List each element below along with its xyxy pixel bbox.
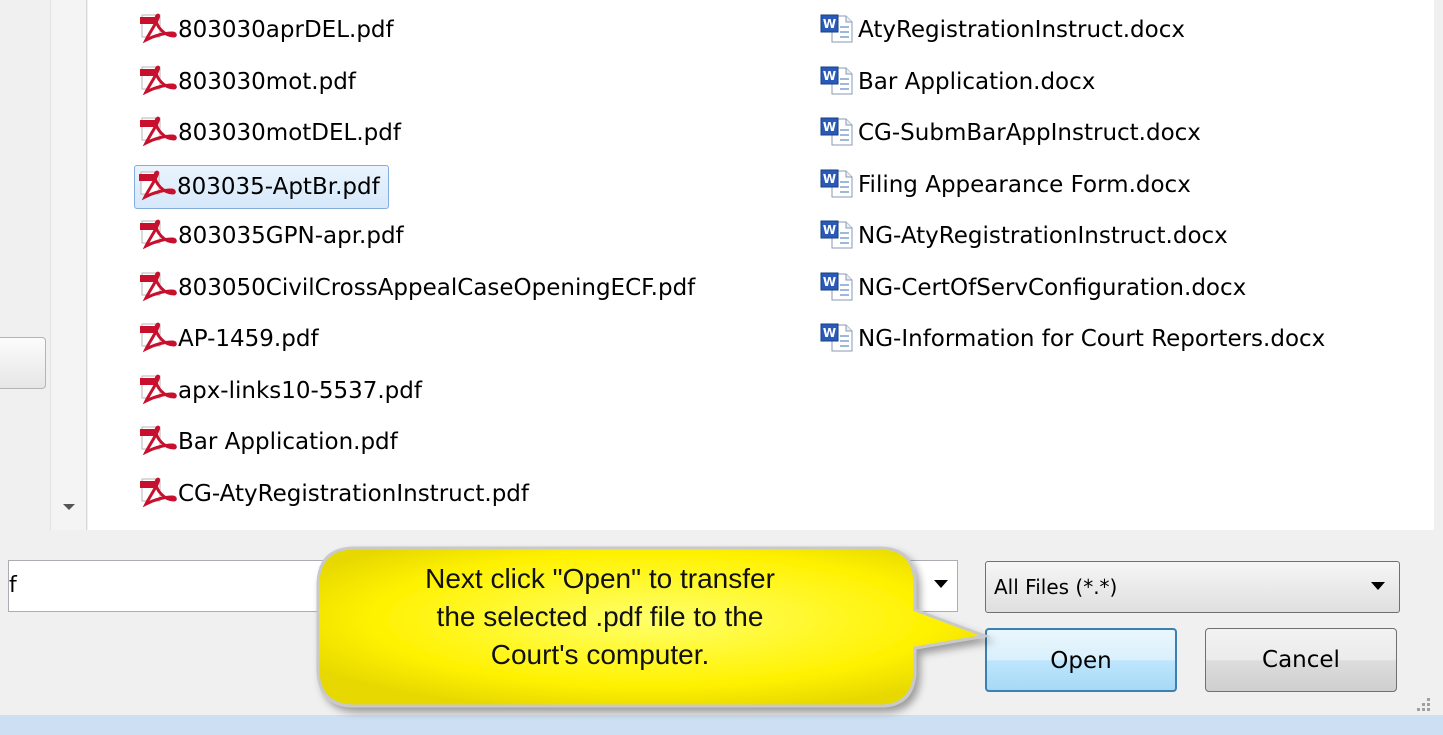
file-type-select[interactable]: All Files (*.*) <box>985 561 1400 613</box>
file-item[interactable]: Bar Application.pdf <box>136 422 398 462</box>
file-name-input[interactable]: f <box>8 560 958 612</box>
word-document-icon: W <box>816 165 858 205</box>
file-item-label: 803030aprDEL.pdf <box>178 17 394 43</box>
file-type-selected-value: All Files (*.*) <box>994 575 1118 599</box>
word-document-icon: W <box>816 319 858 359</box>
file-item-label: NG-Information for Court Reporters.docx <box>858 326 1326 352</box>
file-item-label: apx-links10-5537.pdf <box>178 377 422 404</box>
file-item-label: CG-AtyRegistrationInstruct.pdf <box>178 480 529 507</box>
pdf-file-icon <box>136 319 178 359</box>
file-item[interactable]: 803030mot.pdf <box>136 62 356 102</box>
svg-text:W: W <box>823 17 836 31</box>
file-item-label: Bar Application.docx <box>858 68 1096 95</box>
file-item[interactable]: W NG-AtyRegistrationInstruct.docx <box>816 216 1228 256</box>
word-document-icon: W <box>816 268 858 308</box>
svg-text:W: W <box>823 120 836 134</box>
file-item-label: NG-AtyRegistrationInstruct.docx <box>858 223 1228 249</box>
file-item[interactable]: 803050CivilCrossAppealCaseOpeningECF.pdf <box>136 268 695 308</box>
file-item[interactable]: W CG-SubmBarAppInstruct.docx <box>816 113 1201 153</box>
file-item[interactable]: W NG-Information for Court Reporters.docx <box>816 319 1325 359</box>
svg-text:W: W <box>823 223 836 237</box>
word-document-icon: W <box>816 10 858 50</box>
pdf-file-icon <box>136 62 178 102</box>
file-item-label: Bar Application.pdf <box>178 429 398 455</box>
cancel-button[interactable]: Cancel <box>1205 628 1397 692</box>
file-item-label: AtyRegistrationInstruct.docx <box>858 17 1185 43</box>
word-document-icon: W <box>816 62 858 102</box>
svg-text:W: W <box>823 326 836 340</box>
file-item-label: 803050CivilCrossAppealCaseOpeningECF.pdf <box>178 274 696 301</box>
file-item[interactable]: W Filing Appearance Form.docx <box>816 165 1191 205</box>
pdf-file-icon <box>136 10 178 50</box>
file-item[interactable]: AP-1459.pdf <box>136 319 319 359</box>
svg-text:W: W <box>823 172 836 186</box>
file-item[interactable]: apx-links10-5537.pdf <box>136 371 422 411</box>
resize-grip-icon[interactable] <box>1412 698 1432 712</box>
file-item[interactable]: CG-AtyRegistrationInstruct.pdf <box>136 474 529 514</box>
file-item[interactable]: W NG-CertOfServConfiguration.docx <box>816 268 1246 308</box>
file-item-label: 803030mot.pdf <box>178 68 356 95</box>
dialog-right-edge <box>1434 0 1443 715</box>
file-item-label: Filing Appearance Form.docx <box>858 171 1191 198</box>
pdf-file-icon <box>136 268 178 308</box>
pdf-file-icon <box>136 474 178 514</box>
pdf-file-icon <box>136 371 178 411</box>
pdf-file-icon <box>136 216 178 256</box>
word-document-icon: W <box>816 216 858 256</box>
file-item[interactable]: 803030motDEL.pdf <box>136 113 401 153</box>
file-item-label: AP-1459.pdf <box>178 326 319 352</box>
pdf-file-icon <box>136 422 178 462</box>
file-type-dropdown-arrow-icon[interactable] <box>1371 582 1385 590</box>
status-bar <box>0 715 1443 735</box>
svg-text:W: W <box>823 275 836 289</box>
file-item[interactable]: 803035GPN-apr.pdf <box>136 216 404 256</box>
nav-pane-scrollbar[interactable] <box>50 0 87 530</box>
file-name-dropdown-arrow-icon[interactable] <box>934 580 948 588</box>
file-item[interactable]: 803030aprDEL.pdf <box>136 10 394 50</box>
navigation-pane <box>0 0 88 530</box>
svg-text:W: W <box>823 69 836 83</box>
nav-pane-item[interactable] <box>0 337 46 389</box>
scroll-down-arrow-icon[interactable] <box>63 504 75 510</box>
file-item-label: 803030motDEL.pdf <box>178 120 401 146</box>
file-item-label: 803035GPN-apr.pdf <box>178 223 404 249</box>
file-item[interactable]: W AtyRegistrationInstruct.docx <box>816 10 1185 50</box>
open-button[interactable]: Open <box>985 628 1177 692</box>
file-item-label: CG-SubmBarAppInstruct.docx <box>858 120 1201 146</box>
file-item-label: 803035-AptBr.pdf <box>177 173 380 200</box>
pdf-file-icon <box>135 167 177 207</box>
file-item[interactable]: 803035-AptBr.pdf <box>134 164 389 209</box>
pdf-file-icon <box>136 113 178 153</box>
file-item-label: NG-CertOfServConfiguration.docx <box>858 274 1247 301</box>
word-document-icon: W <box>816 113 858 153</box>
file-item[interactable]: W Bar Application.docx <box>816 62 1095 102</box>
